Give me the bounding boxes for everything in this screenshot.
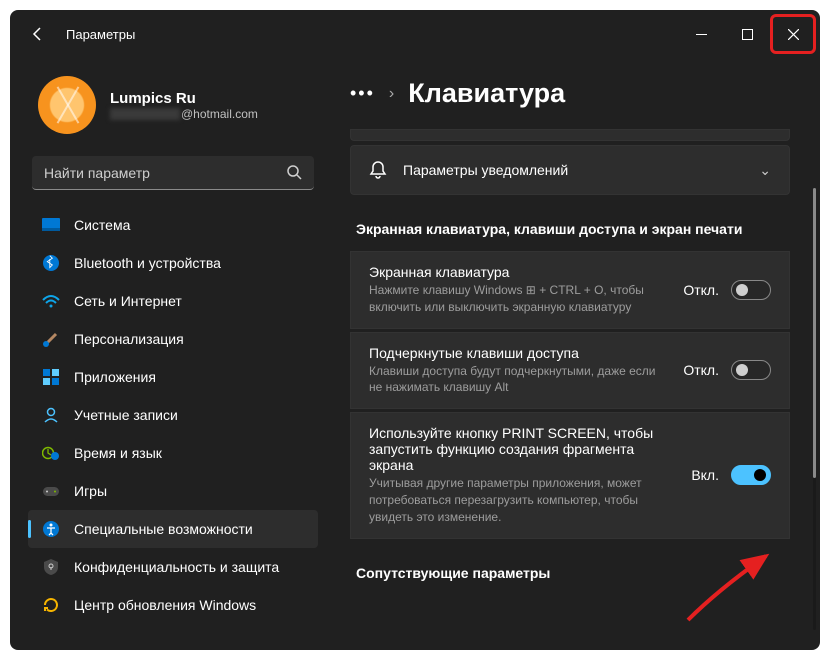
chevron-right-icon: › (389, 85, 394, 103)
minimize-icon (696, 29, 707, 40)
back-button[interactable] (18, 14, 58, 54)
gamepad-icon (42, 482, 60, 500)
sidebar-item-accessibility[interactable]: Специальные возможности (28, 510, 318, 548)
scrollbar[interactable] (813, 188, 816, 630)
window-title: Параметры (66, 27, 135, 42)
apps-icon (42, 368, 60, 386)
sidebar-item-apps[interactable]: Приложения (28, 358, 318, 396)
section-title-related: Сопутствующие параметры (356, 565, 784, 581)
sidebar-item-gaming[interactable]: Игры (28, 472, 318, 510)
card-truncated (350, 129, 790, 141)
toggle-onscreen-keyboard[interactable] (731, 280, 771, 300)
accessibility-icon (42, 520, 60, 538)
search-icon (287, 165, 302, 180)
section-title: Экранная клавиатура, клавиши доступа и э… (356, 221, 784, 237)
sidebar-item-network[interactable]: Сеть и Интернет (28, 282, 318, 320)
user-account[interactable]: Lumpics Ru @hotmail.com (28, 70, 318, 152)
setting-underline-access-keys: Подчеркнутые клавиши доступа Клавиши дос… (350, 332, 790, 410)
setting-print-screen-snip: Используйте кнопку PRINT SCREEN, чтобы з… (350, 412, 790, 538)
sidebar-item-personalization[interactable]: Персонализация (28, 320, 318, 358)
sidebar-item-system[interactable]: Система (28, 206, 318, 244)
close-button[interactable] (770, 14, 816, 54)
scrollbar-thumb[interactable] (813, 188, 816, 478)
chevron-down-icon: ⌄ (759, 162, 771, 179)
bell-icon (369, 160, 387, 180)
maximize-icon (742, 29, 753, 40)
sidebar-item-time-language[interactable]: Время и язык (28, 434, 318, 472)
search-input[interactable]: Найти параметр (32, 156, 314, 190)
sidebar-item-bluetooth[interactable]: Bluetooth и устройства (28, 244, 318, 282)
brush-icon (42, 330, 60, 348)
system-icon (42, 216, 60, 234)
arrow-left-icon (30, 26, 46, 42)
breadcrumb-more[interactable]: ••• (350, 83, 375, 104)
clock-globe-icon (42, 444, 60, 462)
toggle-print-screen-snip[interactable] (731, 465, 771, 485)
wifi-icon (42, 292, 60, 310)
notifications-card[interactable]: Параметры уведомлений ⌄ (350, 145, 790, 195)
sidebar-item-privacy[interactable]: Конфиденциальность и защита (28, 548, 318, 586)
update-icon (42, 596, 60, 614)
user-email: @hotmail.com (110, 107, 258, 121)
maximize-button[interactable] (724, 14, 770, 54)
sidebar-item-accounts[interactable]: Учетные записи (28, 396, 318, 434)
bluetooth-icon (42, 254, 60, 272)
person-icon (42, 406, 60, 424)
avatar (38, 76, 96, 134)
toggle-underline-access-keys[interactable] (731, 360, 771, 380)
user-name: Lumpics Ru (110, 90, 258, 107)
setting-onscreen-keyboard: Экранная клавиатура Нажмите клавишу Wind… (350, 251, 790, 329)
notifications-label: Параметры уведомлений (403, 162, 743, 178)
minimize-button[interactable] (678, 14, 724, 54)
shield-icon (42, 558, 60, 576)
sidebar-item-windows-update[interactable]: Центр обновления Windows (28, 586, 318, 624)
close-icon (788, 29, 799, 40)
page-title: Клавиатура (408, 78, 565, 109)
